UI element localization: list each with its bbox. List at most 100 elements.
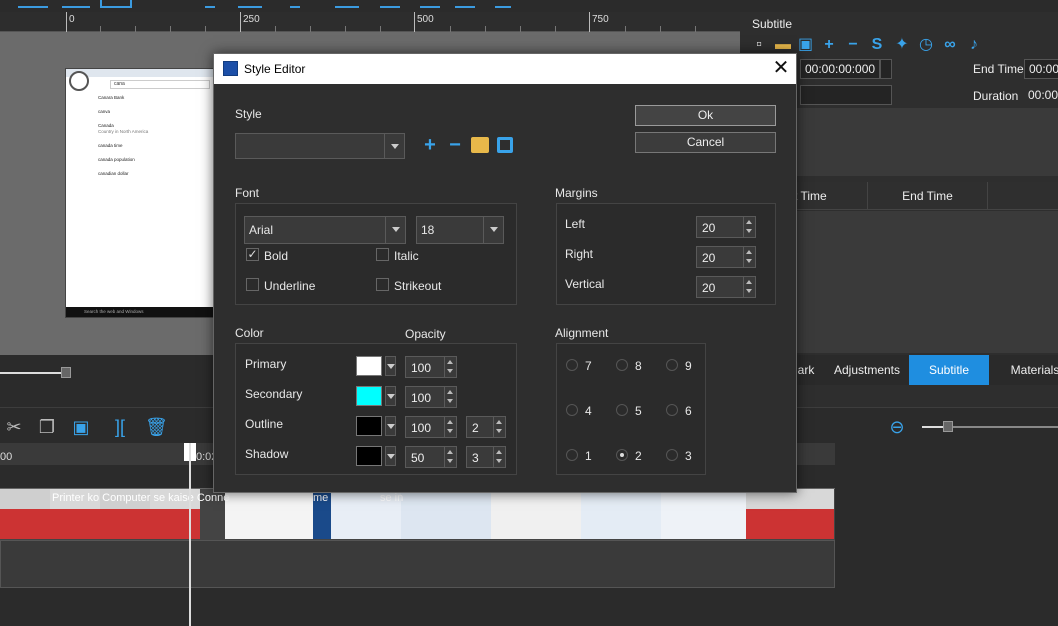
style-editor-dialog: Style Editor ✕ Style + − Ok Cancel Font …	[213, 53, 797, 493]
cut-icon[interactable]: ✂	[5, 418, 23, 436]
align-radio-9[interactable]	[666, 359, 678, 371]
margin-vertical-label: Vertical	[565, 277, 605, 291]
cancel-button[interactable]: Cancel	[635, 132, 776, 153]
outline-swatch[interactable]	[356, 416, 382, 436]
secondary-swatch[interactable]	[356, 386, 382, 406]
loop-icon[interactable]	[62, 0, 90, 8]
style-label: Style	[235, 107, 262, 121]
align-radio-6[interactable]	[666, 404, 678, 416]
marker-icon[interactable]	[290, 0, 300, 8]
ruler-label: 750	[592, 14, 609, 25]
bold-checkbox[interactable]: ✓	[246, 248, 259, 261]
style-select[interactable]	[235, 133, 405, 159]
outline-color-dropdown[interactable]	[385, 416, 396, 436]
scrub-handle[interactable]	[61, 367, 71, 378]
pin-icon[interactable]	[205, 0, 215, 8]
new-file-icon[interactable]: ▫	[752, 37, 766, 53]
margin-vertical-input[interactable]: 20	[696, 276, 756, 298]
align-label-6: 6	[685, 404, 692, 418]
waveform-icon[interactable]	[18, 0, 48, 8]
outline-opacity-input[interactable]: 100	[405, 416, 457, 438]
style-icon[interactable]: S	[870, 37, 884, 53]
layout-icon[interactable]	[420, 0, 440, 8]
dialog-titlebar[interactable]: Style Editor ✕	[214, 54, 796, 84]
grid-col-end[interactable]: End Time	[868, 182, 988, 210]
secondary-opacity-input[interactable]: 100	[405, 386, 457, 408]
align-label-2: 2	[635, 449, 642, 463]
italic-checkbox[interactable]	[376, 248, 389, 261]
align-label-4: 4	[585, 404, 592, 418]
start-time-spinner[interactable]	[880, 59, 892, 79]
margin-left-input[interactable]: 20	[696, 216, 756, 238]
close-icon[interactable]: ✕	[770, 58, 792, 80]
list-item: Country in North America	[98, 129, 149, 134]
subtitle-track[interactable]	[0, 540, 835, 588]
align-radio-1[interactable]	[566, 449, 578, 461]
align-radio-8[interactable]	[616, 359, 628, 371]
font-family-value: Arial	[249, 223, 274, 237]
video-track[interactable]: Printer ko Computer se kaise Conne me se…	[0, 488, 835, 540]
layout2-icon[interactable]	[455, 0, 475, 8]
split-icon[interactable]: ][	[111, 418, 129, 436]
playhead[interactable]	[189, 443, 191, 626]
zoom-slider-handle[interactable]	[943, 421, 953, 432]
play-icon[interactable]	[495, 0, 511, 8]
screen-icon[interactable]	[100, 0, 132, 8]
duration-field[interactable]: 00:00:	[1024, 86, 1058, 106]
shadow-color-dropdown[interactable]	[385, 446, 396, 466]
secondary-color-dropdown[interactable]	[385, 386, 396, 406]
save-style-icon[interactable]	[497, 137, 513, 153]
underline-label: Underline	[264, 279, 316, 293]
align-radio-4[interactable]	[566, 404, 578, 416]
binoculars-icon[interactable]: ∞	[943, 37, 957, 53]
minus-icon[interactable]: −	[846, 37, 860, 53]
plus-icon[interactable]: +	[822, 37, 836, 53]
open-folder-icon[interactable]	[471, 137, 489, 153]
remove-style-icon[interactable]: −	[446, 135, 464, 155]
outline-width-input[interactable]: 2	[466, 416, 506, 438]
font-family-select[interactable]: Arial	[244, 216, 406, 244]
shadow-swatch[interactable]	[356, 446, 382, 466]
font-size-select[interactable]: 18	[416, 216, 504, 244]
grid-col-start[interactable]: rt Time	[790, 182, 868, 210]
add-style-icon[interactable]: +	[421, 135, 439, 155]
align-radio-5[interactable]	[616, 404, 628, 416]
margin-left-label: Left	[565, 217, 586, 231]
export-icon[interactable]	[380, 0, 400, 8]
folder-icon[interactable]: ▬	[775, 37, 791, 53]
primary-swatch[interactable]	[356, 356, 382, 376]
margins-label: Margins	[555, 186, 598, 200]
margin-left-value: 20	[702, 221, 716, 235]
trash-icon[interactable]: 🗑	[145, 418, 168, 436]
speaker-icon[interactable]: ♪	[967, 37, 981, 53]
align-label-3: 3	[685, 449, 692, 463]
start-time-field[interactable]: 00:00:00:000	[800, 59, 880, 79]
align-radio-2[interactable]	[616, 449, 628, 461]
shadow-label: Shadow	[245, 447, 289, 461]
primary-opacity-input[interactable]: 100	[405, 356, 457, 378]
ok-button[interactable]: Ok	[635, 105, 776, 126]
tab-materials[interactable]: Materials	[996, 355, 1058, 385]
margin-right-input[interactable]: 20	[696, 246, 756, 268]
align-radio-3[interactable]	[666, 449, 678, 461]
paste-icon[interactable]: ▣	[72, 418, 90, 436]
align-radio-7[interactable]	[566, 359, 578, 371]
duplicate-icon[interactable]: ❐	[38, 418, 56, 436]
underline-checkbox[interactable]	[246, 278, 259, 291]
magic-icon[interactable]: ✦	[895, 37, 909, 53]
primary-color-dropdown[interactable]	[385, 356, 396, 376]
copy-icon[interactable]	[238, 0, 262, 8]
tab-subtitle[interactable]: Subtitle	[909, 355, 989, 385]
save-icon[interactable]: ▣	[798, 37, 813, 53]
shadow-opacity-input[interactable]: 50	[405, 446, 457, 468]
layer-select[interactable]	[800, 85, 892, 105]
clock-icon[interactable]: ◷	[919, 37, 933, 53]
tab-adjustments[interactable]: Adjustments	[826, 355, 908, 385]
zoom-out-icon[interactable]: ⊖	[888, 418, 906, 436]
monitor-icon[interactable]	[335, 0, 359, 8]
align-label-1: 1	[585, 449, 592, 463]
list-item: canada population	[98, 157, 135, 162]
shadow-depth-input[interactable]: 3	[466, 446, 506, 468]
strikeout-checkbox[interactable]	[376, 278, 389, 291]
end-time-field[interactable]: 00:00:	[1024, 59, 1058, 79]
